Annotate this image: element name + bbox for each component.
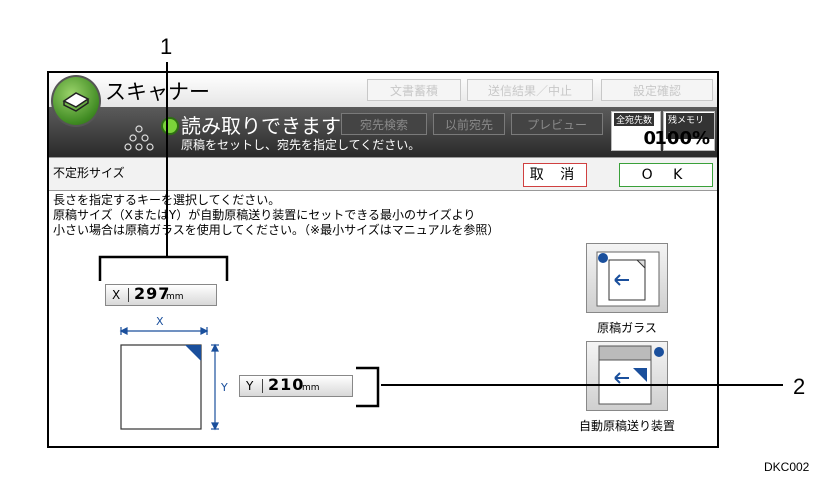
status-ready-text: 読み取りできます [181, 114, 341, 138]
platen-glass-button[interactable] [586, 243, 668, 313]
app-title: スキャナー [105, 80, 210, 104]
section-title: 不定形サイズ [53, 166, 125, 180]
counter-label: 全宛先数 [614, 113, 655, 126]
adf-icon [598, 345, 664, 405]
platen-glass-label: 原稿ガラス [597, 321, 657, 335]
scanner-logo-icon [51, 75, 101, 127]
document-server-button[interactable]: 文書蓄積 [367, 79, 461, 101]
callout-number-2: 2 [793, 374, 806, 399]
adf-button[interactable] [586, 341, 668, 411]
callout-2-bracket [356, 366, 380, 408]
section-bar [49, 157, 717, 191]
destination-search-button[interactable]: 宛先検索 [341, 113, 427, 135]
field-separator [262, 379, 263, 393]
y-size-unit: mm [302, 383, 320, 393]
field-separator [128, 288, 129, 302]
callout-line-2 [381, 384, 783, 386]
instruction-line-3: 小さい場合は原稿ガラスを使用してください。（※最小サイズはマニュアルを参照） [53, 223, 500, 237]
previous-destination-button[interactable]: 以前宛先 [433, 113, 505, 135]
paper-size-diagram [119, 327, 219, 431]
callout-line-1 [166, 62, 168, 258]
transmission-result-button[interactable]: 送信結果／中止 [467, 79, 593, 101]
diagram-x-label: X [156, 315, 164, 328]
status-instruction-text: 原稿をセットし、宛先を指定してください。 [181, 138, 421, 152]
x-axis-prefix: X [112, 288, 121, 302]
y-size-value: 210 [268, 375, 305, 394]
y-size-key[interactable]: Y 210 mm [239, 375, 353, 397]
adf-label: 自動原稿送り装置 [578, 419, 675, 433]
diagram-y-label: Y [221, 381, 228, 394]
callout-1-bracket [98, 255, 229, 281]
instruction-line-2: 原稿サイズ（XまたはY）が自動原稿送り装置にセットできる最小のサイズより [53, 208, 476, 222]
ok-button[interactable]: O K [619, 163, 713, 187]
scanner-dots-icon [124, 124, 154, 158]
y-axis-prefix: Y [246, 379, 254, 393]
remaining-memory-counter: 残メモリー 100% [654, 111, 715, 151]
cancel-button[interactable]: 取 消 [523, 163, 587, 187]
ready-indicator-icon [161, 117, 179, 135]
callout-number-1: 1 [160, 34, 173, 59]
x-size-unit: mm [166, 292, 184, 302]
preview-button[interactable]: プレビュー [511, 113, 603, 135]
x-size-value: 297 [134, 284, 171, 303]
figure-code: DKC002 [764, 460, 810, 474]
platen-glass-icon [596, 251, 660, 307]
x-size-key[interactable]: X 297 mm [105, 284, 217, 306]
counter-value: 100% [654, 128, 710, 149]
check-settings-button[interactable]: 設定確認 [601, 79, 713, 101]
